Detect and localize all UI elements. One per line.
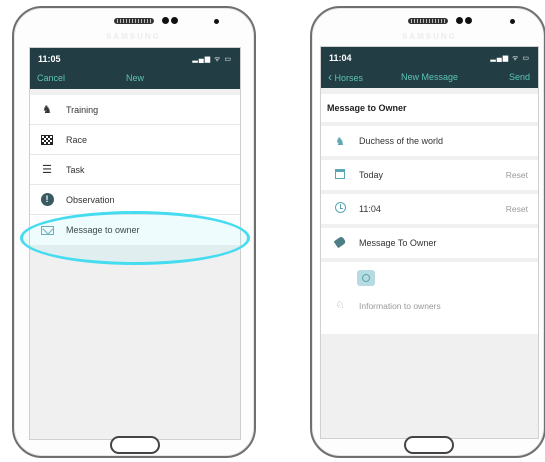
nav-title: New (125, 72, 144, 83)
status-bar: 11:04 ▂▄▆ ᯤ ▭ (321, 47, 538, 65)
section-title: Message to Owner (321, 94, 538, 122)
subject-field[interactable]: Message To Owner (321, 228, 538, 258)
tag-icon (333, 235, 347, 249)
list-item-label: Training (66, 104, 99, 115)
nav-title: New Message (400, 71, 459, 82)
note-row[interactable]: ♘ Information to owners (333, 300, 441, 311)
calendar-icon (333, 168, 347, 182)
date-value: Today (359, 170, 384, 180)
list-item-task[interactable]: ☰ Task (30, 155, 240, 185)
speaker-grille (408, 18, 448, 24)
horse-icon: ♞ (335, 135, 345, 148)
note-placeholder: Information to owners (359, 300, 441, 311)
status-time: 11:05 (38, 54, 61, 64)
horse-selector[interactable]: ♞ Duchess of the world (321, 126, 538, 156)
list-item-label: Race (66, 134, 88, 145)
nav-bar: ‹ Horses New Message Send (321, 65, 538, 88)
time-field[interactable]: 11:04 Reset (321, 194, 538, 224)
subject-value: Message To Owner (359, 238, 437, 248)
sensor-dot (510, 19, 515, 24)
proximity-sensor (171, 17, 178, 24)
list-item-label: Observation (66, 194, 115, 205)
checklist-icon: ☰ (42, 164, 52, 176)
brand-logo: SAMSUNG (106, 32, 161, 41)
time-value: 11:04 (359, 204, 381, 214)
front-camera (456, 17, 463, 24)
note-area[interactable]: ♘ Information to owners (321, 262, 538, 334)
home-button[interactable] (404, 436, 454, 454)
checkered-flag-icon (39, 133, 55, 147)
brand-logo: SAMSUNG (402, 32, 457, 41)
camera-icon[interactable] (357, 270, 375, 286)
date-field[interactable]: Today Reset (321, 160, 538, 190)
list-item-training[interactable]: ♞ Training (30, 95, 240, 125)
horse-icon: ♞ (42, 104, 52, 116)
speaker-grille (114, 18, 154, 24)
horse-name: Duchess of the world (359, 136, 444, 146)
list-item-label: Task (66, 164, 85, 175)
date-reset-button[interactable]: Reset (506, 170, 528, 180)
status-bar: 11:05 ▂▄▆ ᯤ ▭ (30, 48, 240, 66)
time-reset-button[interactable]: Reset (506, 204, 528, 214)
clock-icon (333, 202, 347, 216)
front-camera (162, 17, 169, 24)
status-time: 11:04 (329, 53, 352, 63)
status-icons: ▂▄▆ ᯤ ▭ (490, 55, 530, 62)
nav-bar: Cancel New (30, 66, 240, 89)
highlight-ellipse (20, 211, 250, 265)
list-item-race[interactable]: Race (30, 125, 240, 155)
horse-head-icon: ♘ (335, 300, 345, 311)
sensor-dot (214, 19, 219, 24)
send-button[interactable]: Send (509, 72, 530, 82)
home-button[interactable] (110, 436, 160, 454)
proximity-sensor (465, 17, 472, 24)
right-screen: 11:04 ▂▄▆ ᯤ ▭ ‹ Horses New Message Send … (320, 46, 539, 439)
status-icons: ▂▄▆ ᯤ ▭ (192, 56, 232, 63)
right-phone-frame: SAMSUNG 11:04 ▂▄▆ ᯤ ▭ ‹ Horses New Messa… (310, 6, 545, 458)
info-icon: ! (39, 193, 55, 207)
